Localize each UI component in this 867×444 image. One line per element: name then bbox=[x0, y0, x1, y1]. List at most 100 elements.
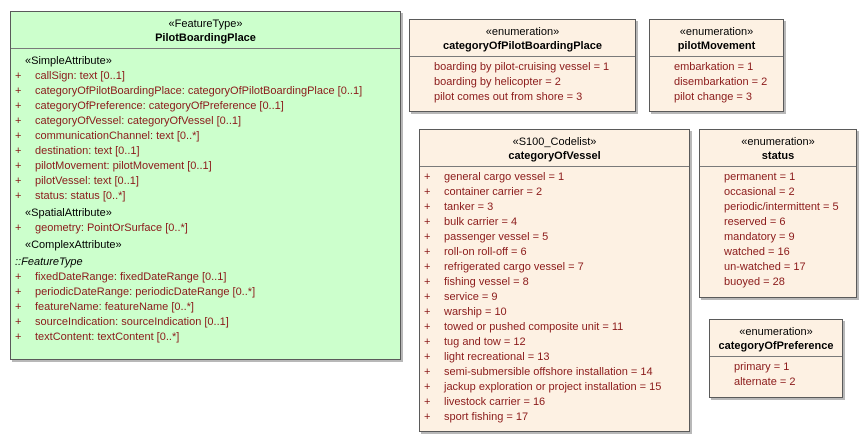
codelist-literal-text: warship = 10 bbox=[444, 306, 507, 318]
enum-literal[interactable]: boarding by helicopter = 2 bbox=[414, 75, 631, 90]
codelist-literal[interactable]: + fishing vessel = 8 bbox=[424, 275, 685, 290]
codelist-literal[interactable]: + general cargo vessel = 1 bbox=[424, 170, 685, 185]
codelist-literal[interactable]: + livestock carrier = 16 bbox=[424, 395, 685, 410]
complex-attribute[interactable]: + featureName: featureName [0..*] bbox=[15, 300, 396, 315]
visibility-marker: + bbox=[15, 301, 22, 313]
simple-attribute-text: pilotVessel: text [0..1] bbox=[35, 175, 139, 187]
visibility-marker: + bbox=[15, 175, 22, 187]
enum-literal-list: permanent = 1 occasional = 2 periodic/inte… bbox=[700, 167, 856, 292]
visibility-marker: + bbox=[15, 271, 22, 283]
spatial-attribute-list: + geometry: PointOrSurface [0..*] bbox=[15, 221, 396, 236]
complex-attribute-list: + fixedDateRange: fixedDateRange [0..1] + p… bbox=[15, 270, 396, 345]
complex-attribute-text: textContent: textContent [0..*] bbox=[35, 331, 180, 343]
codelist-literal[interactable]: + sport fishing = 17 bbox=[424, 410, 685, 425]
codelist-literal[interactable]: + warship = 10 bbox=[424, 305, 685, 320]
enum-literal[interactable]: alternate = 2 bbox=[714, 375, 838, 390]
simple-attribute[interactable]: + callSign: text [0..1] bbox=[15, 69, 396, 84]
codelist-literal-text: tug and tow = 12 bbox=[444, 336, 526, 348]
codelist-literal-text: jackup exploration or project installati… bbox=[444, 381, 662, 393]
spatial-attribute-label: «SpatialAttribute» bbox=[25, 207, 112, 219]
visibility-marker: + bbox=[15, 130, 22, 142]
visibility-marker: + bbox=[424, 321, 431, 333]
complex-attribute[interactable]: + sourceIndication: sourceIndication [0..… bbox=[15, 315, 396, 330]
enum-header: «enumeration» status bbox=[700, 130, 856, 167]
codelist-literal[interactable]: + container carrier = 2 bbox=[424, 185, 685, 200]
class-attributes: «SimpleAttribute» + callSign: text [0..1]… bbox=[11, 49, 400, 347]
enum-literal[interactable]: occasional = 2 bbox=[704, 185, 852, 200]
codelist-literal[interactable]: + bulk carrier = 4 bbox=[424, 215, 685, 230]
enum-literal[interactable]: watched = 16 bbox=[704, 245, 852, 260]
simple-attribute[interactable]: + pilotMovement: pilotMovement [0..1] bbox=[15, 159, 396, 174]
enum-literal[interactable]: un-watched = 17 bbox=[704, 260, 852, 275]
visibility-marker: + bbox=[15, 85, 22, 97]
category-of-preference-enum[interactable]: «enumeration» categoryOfPreference prima… bbox=[709, 319, 843, 398]
simple-attribute-text: status: status [0..*] bbox=[35, 190, 126, 202]
codelist-literal-list: + general cargo vessel = 1 + container carr… bbox=[420, 167, 689, 427]
enum-literal[interactable]: periodic/intermittent = 5 bbox=[704, 200, 852, 215]
codelist-literal[interactable]: + refrigerated cargo vessel = 7 bbox=[424, 260, 685, 275]
class-name: PilotBoardingPlace bbox=[155, 32, 256, 44]
codelist-literal[interactable]: + passenger vessel = 5 bbox=[424, 230, 685, 245]
visibility-marker: + bbox=[424, 351, 431, 363]
simple-attribute[interactable]: + categoryOfPreference: categoryOfPrefere… bbox=[15, 99, 396, 114]
codelist-literal[interactable]: + towed or pushed composite unit = 11 bbox=[424, 320, 685, 335]
simple-attribute[interactable]: + categoryOfPilotBoardingPlace: categoryO… bbox=[15, 84, 396, 99]
enum-literal[interactable]: reserved = 6 bbox=[704, 215, 852, 230]
codelist-literal[interactable]: + roll-on roll-off = 6 bbox=[424, 245, 685, 260]
codelist-literal-text: service = 9 bbox=[444, 291, 498, 303]
status-enum[interactable]: «enumeration» status permanent = 1 occasi… bbox=[699, 129, 857, 298]
enum-name: categoryOfPilotBoardingPlace bbox=[443, 40, 602, 52]
visibility-marker: + bbox=[15, 160, 22, 172]
codelist-literal-text: sport fishing = 17 bbox=[444, 411, 529, 423]
simple-attribute-text: categoryOfPilotBoardingPlace: categoryOf… bbox=[35, 85, 363, 97]
simple-attribute[interactable]: + destination: text [0..1] bbox=[15, 144, 396, 159]
enum-stereotype: «enumeration» bbox=[739, 326, 813, 338]
visibility-marker: + bbox=[424, 261, 431, 273]
enum-stereotype: «enumeration» bbox=[485, 26, 560, 38]
enum-stereotype: «enumeration» bbox=[679, 26, 754, 38]
codelist-literal[interactable]: + semi-submersible offshore installation … bbox=[424, 365, 685, 380]
enum-literal[interactable]: primary = 1 bbox=[714, 360, 838, 375]
codelist-literal-text: semi-submersible offshore installation =… bbox=[444, 366, 653, 378]
codelist-literal-text: passenger vessel = 5 bbox=[444, 231, 549, 243]
enum-literal[interactable]: permanent = 1 bbox=[704, 170, 852, 185]
simple-attribute[interactable]: + categoryOfVessel: categoryOfVessel [0..… bbox=[15, 114, 396, 129]
codelist-stereotype: «S100_Codelist» bbox=[512, 136, 597, 148]
enum-name: pilotMovement bbox=[677, 40, 756, 52]
enum-literal[interactable]: pilot comes out from shore = 3 bbox=[414, 90, 631, 105]
codelist-literal[interactable]: + tanker = 3 bbox=[424, 200, 685, 215]
codelist-literal-text: bulk carrier = 4 bbox=[444, 216, 518, 228]
enum-literal[interactable]: boarding by pilot-cruising vessel = 1 bbox=[414, 60, 631, 75]
codelist-literal-text: fishing vessel = 8 bbox=[444, 276, 529, 288]
pilot-movement-enum[interactable]: «enumeration» pilotMovement embarkation … bbox=[649, 19, 784, 112]
enum-literal[interactable]: buoyed = 28 bbox=[704, 275, 852, 290]
simple-attribute-text: callSign: text [0..1] bbox=[35, 70, 125, 82]
enum-literal[interactable]: mandatory = 9 bbox=[704, 230, 852, 245]
enum-literal[interactable]: disembarkation = 2 bbox=[654, 75, 779, 90]
codelist-literal[interactable]: + jackup exploration or project installat… bbox=[424, 380, 685, 395]
pilot-boarding-place-class[interactable]: «FeatureType» PilotBoardingPlace «Simple… bbox=[10, 11, 401, 360]
codelist-literal[interactable]: + service = 9 bbox=[424, 290, 685, 305]
inherited-from-label: ::FeatureType bbox=[15, 256, 83, 268]
codelist-literal[interactable]: + light recreational = 13 bbox=[424, 350, 685, 365]
codelist-literal-text: light recreational = 13 bbox=[444, 351, 550, 363]
enum-literal[interactable]: embarkation = 1 bbox=[654, 60, 779, 75]
codelist-literal[interactable]: + tug and tow = 12 bbox=[424, 335, 685, 350]
simple-attribute[interactable]: + status: status [0..*] bbox=[15, 189, 396, 204]
enum-literal-list: embarkation = 1 disembarkation = 2 pilot c… bbox=[650, 57, 783, 107]
simple-attribute-list: + callSign: text [0..1] + categoryOfPilotBo… bbox=[15, 69, 396, 204]
simple-attribute-text: categoryOfPreference: categoryOfPreferen… bbox=[35, 100, 284, 112]
complex-attribute-text: featureName: featureName [0..*] bbox=[35, 301, 194, 313]
category-of-vessel-codelist[interactable]: «S100_Codelist» categoryOfVessel + genera… bbox=[419, 129, 690, 432]
complex-attribute[interactable]: + textContent: textContent [0..*] bbox=[15, 330, 396, 345]
simple-attribute[interactable]: + communicationChannel: text [0..*] bbox=[15, 129, 396, 144]
visibility-marker: + bbox=[424, 336, 431, 348]
spatial-attribute[interactable]: + geometry: PointOrSurface [0..*] bbox=[15, 221, 396, 236]
category-of-pilot-boarding-place-enum[interactable]: «enumeration» categoryOfPilotBoardingPla… bbox=[409, 19, 636, 112]
enum-literal[interactable]: pilot change = 3 bbox=[654, 90, 779, 105]
simple-attribute[interactable]: + pilotVessel: text [0..1] bbox=[15, 174, 396, 189]
codelist-header: «S100_Codelist» categoryOfVessel bbox=[420, 130, 689, 167]
enum-name: status bbox=[761, 150, 795, 162]
complex-attribute[interactable]: + fixedDateRange: fixedDateRange [0..1] bbox=[15, 270, 396, 285]
complex-attribute[interactable]: + periodicDateRange: periodicDateRange [0… bbox=[15, 285, 396, 300]
